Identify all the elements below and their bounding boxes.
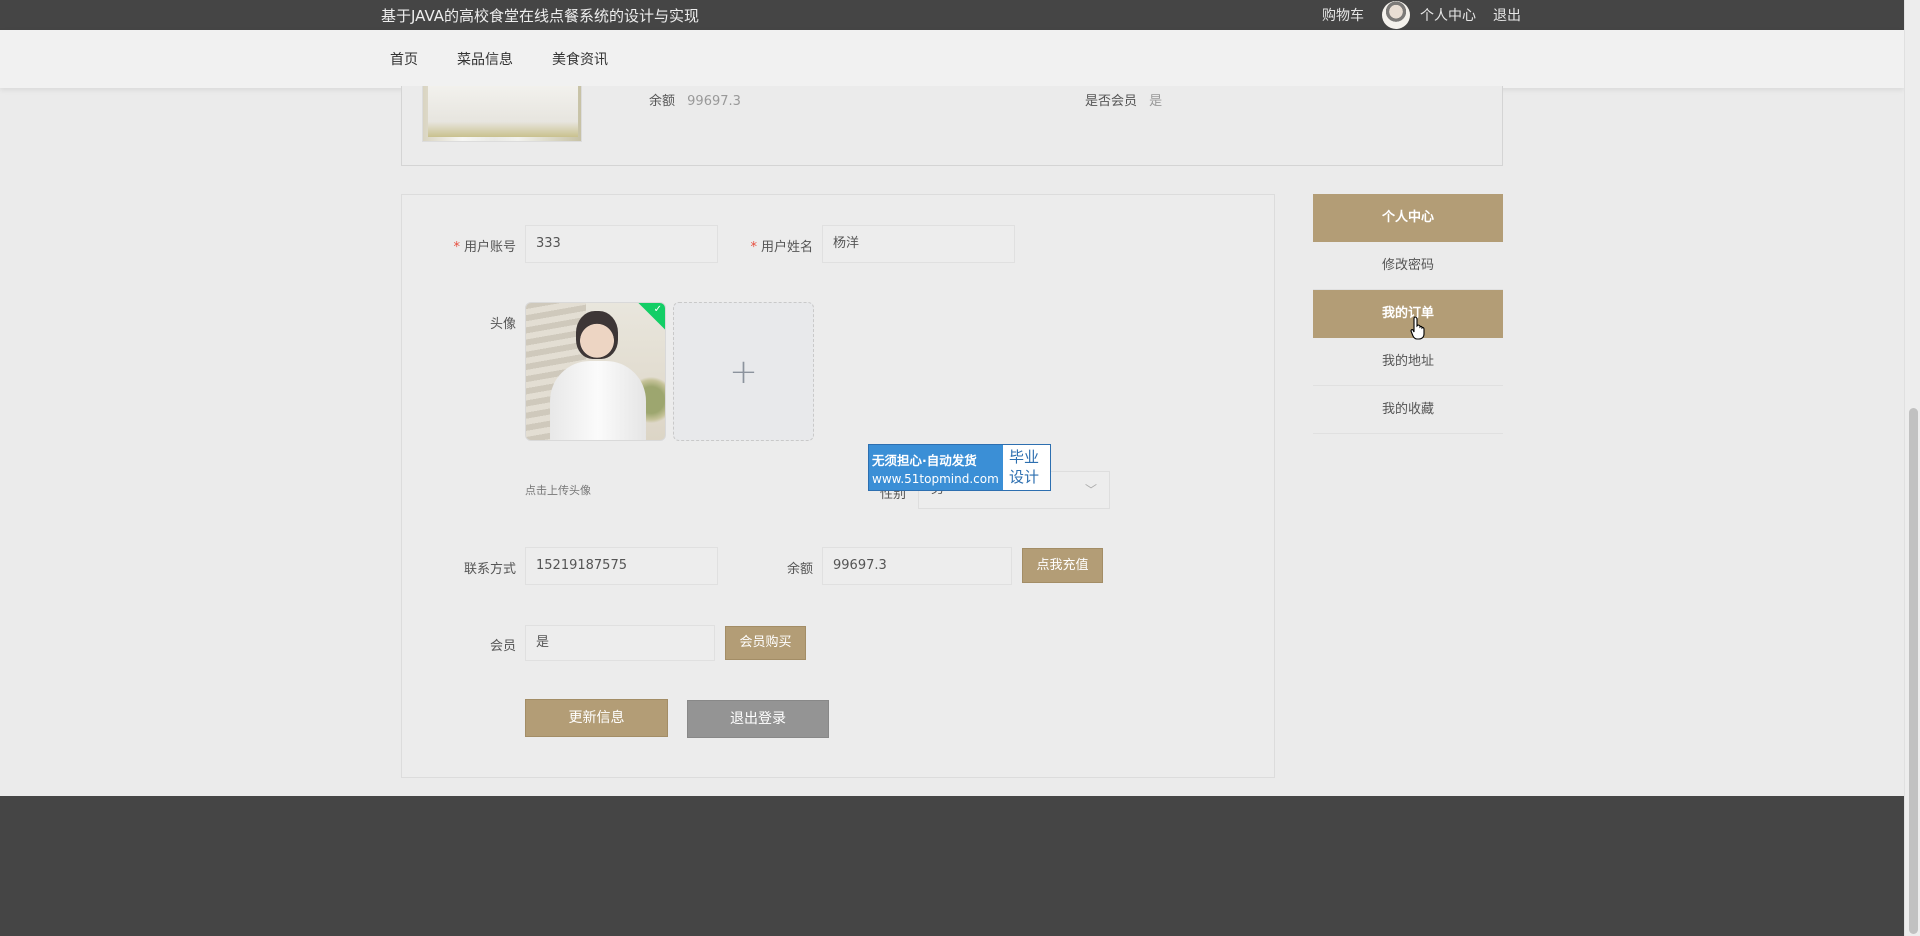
- nav-item-home[interactable]: 首页: [390, 49, 418, 69]
- chevron-down-icon: ﹀: [1084, 483, 1097, 497]
- vertical-scrollbar[interactable]: [1904, 0, 1920, 936]
- user-sidebar: 个人中心 修改密码 我的订单 我的地址 我的收藏: [1313, 194, 1503, 434]
- profile-summary-card: 余额 99697.3 是否会员 是: [401, 86, 1503, 166]
- nav-item-news[interactable]: 美食资讯: [552, 49, 608, 69]
- top-right-menu: 购物车 个人中心 退出: [1322, 0, 1521, 30]
- member-input[interactable]: 是: [525, 625, 715, 661]
- account-input[interactable]: 333: [525, 225, 718, 263]
- site-title: 基于JAVA的高校食堂在线点餐系统的设计与实现: [381, 7, 700, 25]
- contact-input[interactable]: 15219187575: [525, 547, 718, 585]
- recharge-button[interactable]: 点我充值: [1022, 548, 1103, 583]
- balance-label: 余额: [786, 562, 813, 577]
- balance-input[interactable]: 99697.3: [822, 547, 1012, 585]
- cart-link[interactable]: 购物车: [1322, 5, 1364, 25]
- summary-member-value: 是: [1149, 94, 1163, 109]
- buy-member-button[interactable]: 会员购买: [725, 626, 806, 660]
- footer: [0, 796, 1904, 936]
- contact-label: 联系方式: [463, 562, 516, 577]
- summary-balance: 余额 99697.3: [649, 90, 741, 109]
- main-nav: 首页 菜品信息 美食资讯: [0, 30, 1904, 88]
- sidebar-item-personal-center[interactable]: 个人中心: [1313, 194, 1503, 242]
- sidebar-item-my-orders[interactable]: 我的订单: [1313, 290, 1503, 338]
- watermark-url: www.51topmind.com: [872, 472, 999, 486]
- personal-center-link[interactable]: 个人中心: [1420, 5, 1476, 25]
- name-input[interactable]: 杨洋: [822, 225, 1015, 263]
- top-bar: 基于JAVA的高校食堂在线点餐系统的设计与实现 购物车 个人中心 退出: [0, 0, 1904, 30]
- avatar-preview[interactable]: ✓: [525, 302, 666, 441]
- update-info-button[interactable]: 更新信息: [525, 699, 668, 737]
- summary-member: 是否会员 是: [1085, 90, 1162, 109]
- avatar-label: 头像: [489, 317, 516, 332]
- avatar[interactable]: [1382, 1, 1410, 29]
- hand-cursor-icon: [1410, 316, 1425, 340]
- watermark-banner: 无须担心·自动发货 www.51topmind.com 毕业 设计: [868, 444, 1051, 491]
- logout-link[interactable]: 退出: [1493, 5, 1521, 25]
- plus-icon: +: [729, 351, 758, 392]
- sidebar-item-change-password[interactable]: 修改密码: [1313, 242, 1503, 290]
- account-label: * 用户账号: [453, 240, 516, 255]
- avatar-upload-button[interactable]: +: [673, 302, 814, 441]
- logout-button[interactable]: 退出登录: [687, 700, 829, 738]
- watermark-badge: 毕业 设计: [1003, 445, 1050, 490]
- watermark-text: 无须担心·自动发货: [872, 453, 977, 468]
- nav-item-dishes[interactable]: 菜品信息: [457, 49, 513, 69]
- sidebar-item-my-address[interactable]: 我的地址: [1313, 338, 1503, 386]
- profile-thumbnail: [422, 86, 582, 142]
- scrollbar-thumb[interactable]: [1909, 408, 1918, 934]
- name-label: * 用户姓名: [750, 240, 813, 255]
- member-label: 会员: [489, 639, 516, 654]
- summary-balance-label: 余额: [649, 94, 676, 109]
- check-icon: ✓: [653, 304, 662, 315]
- summary-member-label: 是否会员: [1085, 94, 1138, 109]
- upload-hint: 点击上传头像: [525, 484, 591, 497]
- summary-balance-value: 99697.3: [687, 94, 741, 109]
- sidebar-item-my-favorites[interactable]: 我的收藏: [1313, 386, 1503, 434]
